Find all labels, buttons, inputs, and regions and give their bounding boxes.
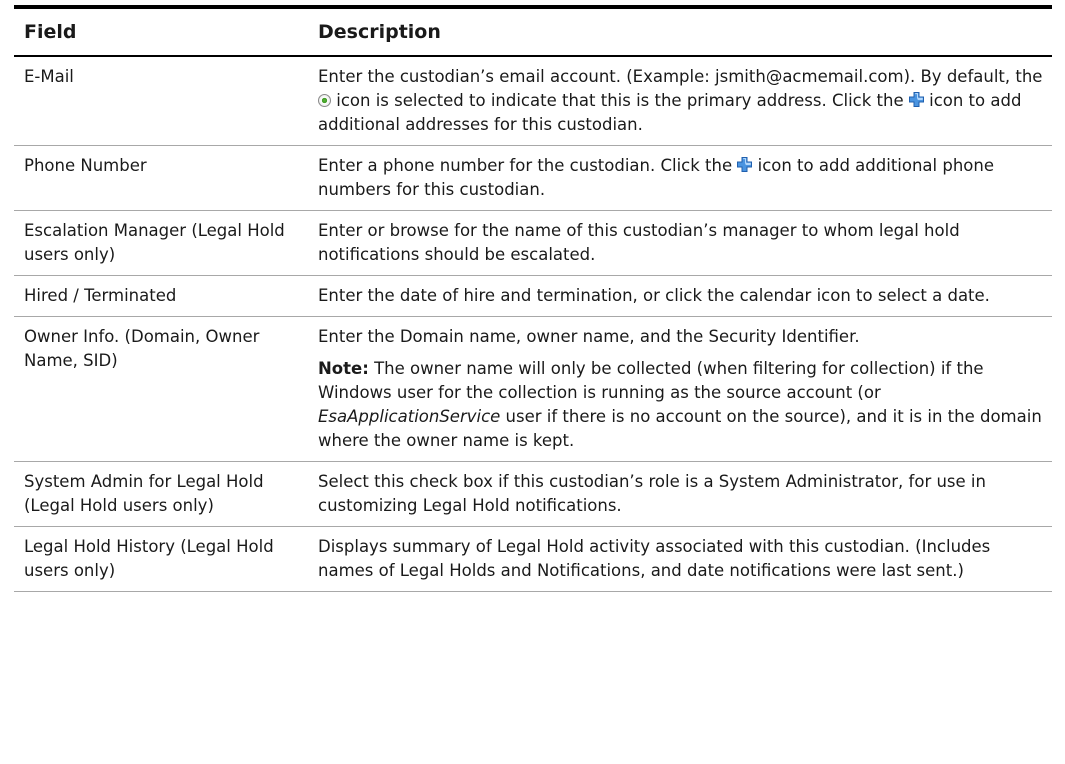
field-description-table: Field Description E-Mail Enter the custo… [14,5,1052,592]
plus-icon [908,92,924,107]
description-cell: Enter the custodian’s email account. (Ex… [305,56,1052,146]
description-cell: Enter a phone number for the custodian. … [305,145,1052,211]
description-text: Enter the Domain name, owner name, and t… [318,327,860,346]
table-row-system-admin: System Admin for Legal Hold (Legal Hold … [14,461,1052,527]
description-text: icon is selected to indicate that this i… [331,91,909,110]
table-row-legal-hold-history: Legal Hold History (Legal Hold users onl… [14,526,1052,592]
plus-icon [737,157,753,172]
field-cell: E-Mail [14,56,305,146]
table-row-owner-info: Owner Info. (Domain, Owner Name, SID) En… [14,316,1052,462]
description-cell: Enter or browse for the name of this cus… [305,210,1052,276]
field-cell: Escalation Manager (Legal Hold users onl… [14,210,305,276]
description-cell: Select this check box if this custodian’… [305,461,1052,527]
field-text: System Admin for Legal Hold [24,472,264,491]
table-row-hired-terminated: Hired / Terminated Enter the date of hir… [14,275,1052,317]
radio-selected-icon [318,94,331,107]
note-label: Note: [318,359,369,378]
field-cell: Phone Number [14,145,305,211]
table-row-escalation-manager: Escalation Manager (Legal Hold users onl… [14,210,1052,276]
note-paragraph: Note: The owner name will only be collec… [318,357,1046,453]
field-cell: Owner Info. (Domain, Owner Name, SID) [14,316,305,462]
description-column-header: Description [305,5,1052,57]
note-italic-text: EsaApplicationService [318,407,501,426]
field-cell: Legal Hold History (Legal Hold users onl… [14,526,305,592]
description-cell: Enter the date of hire and termination, … [305,275,1052,317]
description-text: Enter the custodian’s email account. (Ex… [318,67,1043,86]
table-header-row: Field Description [14,5,1052,57]
field-column-header: Field [14,5,305,57]
field-text: (Legal Hold users only) [24,496,214,515]
table-row-phone: Phone Number Enter a phone number for th… [14,145,1052,211]
description-cell: Displays summary of Legal Hold activity … [305,526,1052,592]
note-text: The owner name will only be collected (w… [318,359,984,402]
description-text: Enter a phone number for the custodian. … [318,156,738,175]
field-cell: System Admin for Legal Hold (Legal Hold … [14,461,305,527]
table-row-email: E-Mail Enter the custodian’s email accou… [14,56,1052,146]
field-cell: Hired / Terminated [14,275,305,317]
description-cell: Enter the Domain name, owner name, and t… [305,316,1052,462]
